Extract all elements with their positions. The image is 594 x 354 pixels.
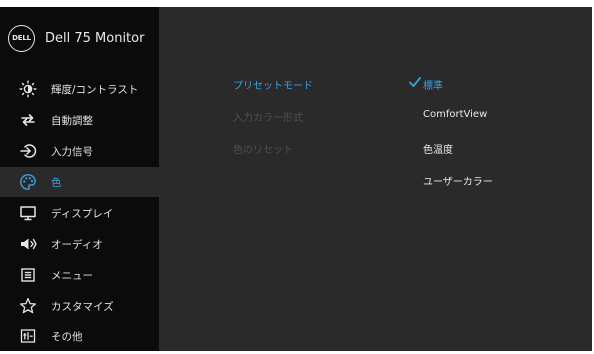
sidebar-item-others[interactable]: その他 (0, 321, 159, 351)
sidebar-item-label: メニュー (51, 269, 93, 282)
brand-header: DELL Dell 75 Monitor (8, 24, 145, 52)
checkmark-icon (409, 77, 421, 87)
option-comfortview[interactable]: ComfortView (423, 109, 487, 120)
sidebar-item-display[interactable]: ディスプレイ (0, 198, 159, 228)
sidebar-item-color[interactable]: 色 (0, 167, 159, 197)
auto-adjust-icon (19, 111, 37, 129)
sidebar-item-audio[interactable]: オーディオ (0, 229, 159, 259)
sidebar-item-menu[interactable]: メニュー (0, 260, 159, 290)
sidebar-item-label: 輝度/コントラスト (51, 83, 139, 96)
submenu-input-color-format[interactable]: 入力カラー形式 (233, 109, 303, 124)
submenu-preset-modes[interactable]: プリセットモード (233, 77, 313, 92)
sidebar-item-label: ディスプレイ (51, 207, 114, 220)
option-label: 色温度 (423, 145, 453, 156)
option-color-temp[interactable]: 色温度 (423, 141, 453, 156)
sidebar-item-label: オーディオ (51, 238, 103, 251)
sidebar-item-label: カスタマイズ (51, 300, 114, 313)
osd-menu: DELL Dell 75 Monitor 輝度/コントラスト 自動調整 入力信号… (0, 7, 592, 351)
option-label: ComfortView (423, 109, 488, 120)
sidebar-item-brightness-contrast[interactable]: 輝度/コントラスト (0, 74, 159, 104)
dell-logo: DELL (8, 24, 35, 52)
sidebar-item-personalize[interactable]: カスタマイズ (0, 291, 159, 321)
input-source-icon (19, 142, 37, 160)
option-custom-color[interactable]: ユーザーカラー (423, 173, 493, 188)
sidebar-item-label: 入力信号 (51, 145, 93, 158)
option-standard[interactable]: 標準 (409, 77, 443, 92)
others-icon (19, 327, 37, 345)
option-label: 標準 (423, 81, 443, 92)
monitor-name: Dell 75 Monitor (45, 30, 145, 46)
option-label: ユーザーカラー (423, 177, 493, 188)
sidebar: DELL Dell 75 Monitor 輝度/コントラスト 自動調整 入力信号… (0, 7, 159, 351)
color-settings-panel: プリセットモード 入力カラー形式 色のリセット 標準 ComfortView 色… (159, 7, 592, 351)
color-palette-icon (19, 173, 37, 191)
menu-icon (19, 266, 37, 284)
sidebar-item-input-source[interactable]: 入力信号 (0, 136, 159, 166)
brightness-icon (19, 80, 37, 98)
sidebar-item-label: その他 (51, 330, 83, 343)
sidebar-item-label: 自動調整 (51, 114, 93, 127)
submenu-reset-color[interactable]: 色のリセット (233, 141, 293, 156)
star-icon (19, 297, 37, 315)
speaker-icon (19, 235, 37, 253)
display-icon (19, 204, 37, 222)
sidebar-item-auto-adjust[interactable]: 自動調整 (0, 105, 159, 135)
sidebar-item-label: 色 (51, 176, 62, 189)
